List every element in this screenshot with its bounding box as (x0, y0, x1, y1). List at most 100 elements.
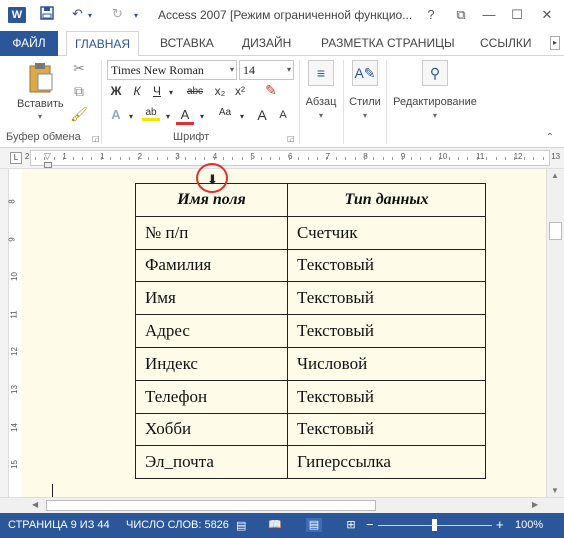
read-mode-icon[interactable]: 📖 (267, 518, 283, 532)
font-size-dropdown-icon[interactable]: ▾ (287, 61, 291, 79)
word-app-icon[interactable]: W (8, 7, 26, 23)
change-case-dropdown-icon[interactable]: ▾ (233, 112, 251, 121)
tab-file[interactable]: ФАЙЛ (0, 31, 58, 56)
text-effects-dropdown-icon[interactable]: ▾ (122, 112, 140, 121)
proofing-icon[interactable]: ▤ (236, 519, 246, 532)
format-painter-icon[interactable]: 🖌 (70, 106, 88, 123)
subscript-button[interactable]: x₂ (211, 84, 229, 98)
cell-data-type[interactable]: Текстовый (287, 379, 486, 414)
cell-field-name[interactable]: Эл_почта (135, 445, 288, 480)
font-size-select[interactable]: 14 ▾ (239, 60, 294, 80)
undo-dropdown-icon[interactable]: ▾ (88, 11, 92, 20)
tab-selector-icon[interactable]: L (10, 152, 22, 164)
vertical-ruler-number: 11 (9, 310, 19, 319)
italic-button[interactable]: К (128, 84, 146, 98)
cell-field-name[interactable]: Имя (135, 281, 288, 316)
cell-field-name[interactable]: Хобби (135, 412, 288, 447)
close-button[interactable]: ✕ (536, 5, 558, 25)
cell-data-type[interactable]: Числовой (287, 346, 486, 381)
scroll-left-icon[interactable]: ◀ (32, 500, 38, 509)
tab-page-layout[interactable]: РАЗМЕТКА СТРАНИЦЫ (321, 31, 455, 56)
table-row: Хобби Текстовый (135, 412, 486, 447)
ruler-tick (157, 157, 159, 160)
shrink-font-button[interactable]: A (274, 109, 292, 121)
tab-references[interactable]: ССЫЛКИ (480, 31, 531, 56)
vertical-scrollbar[interactable]: ▲ ▼ (546, 169, 564, 497)
table-row: Эл_почта Гиперссылка (135, 445, 486, 480)
page-indicator[interactable]: СТРАНИЦА 9 ИЗ 44 (8, 519, 110, 531)
font-name-dropdown-icon[interactable]: ▾ (230, 61, 234, 79)
horizontal-scrollbar[interactable]: ◀ ▶ (0, 497, 564, 513)
ribbon-display-options-icon[interactable]: ⧉ (450, 5, 472, 25)
zoom-level[interactable]: 100% (515, 519, 543, 531)
ruler-tick (138, 157, 140, 160)
ruler-tick (63, 157, 65, 160)
cell-data-type[interactable]: Текстовый (287, 281, 486, 316)
copy-icon[interactable]: ⧉ (70, 83, 88, 100)
first-line-indent-icon[interactable]: ▽ (44, 151, 51, 162)
clear-formatting-icon[interactable]: ✎ (262, 82, 280, 99)
redo-icon[interactable]: ↻ (112, 6, 123, 22)
tab-design[interactable]: ДИЗАЙН (242, 31, 291, 56)
cell-data-type[interactable]: Текстовый (287, 314, 486, 348)
word-count[interactable]: ЧИСЛО СЛОВ: 5826 (126, 519, 229, 531)
cell-data-type[interactable]: Текстовый (287, 412, 486, 447)
font-name-select[interactable]: Times New Roman ▾ (107, 60, 237, 80)
undo-icon[interactable]: ↶ (72, 6, 83, 22)
ruler-tick (420, 157, 422, 160)
grow-font-button[interactable]: A (253, 107, 271, 123)
tab-insert[interactable]: ВСТАВКА (160, 31, 214, 56)
tab-home[interactable]: ГЛАВНАЯ (66, 31, 140, 57)
change-case-button[interactable]: Aa (216, 107, 234, 118)
zoom-in-button[interactable]: + (496, 517, 504, 532)
ruler-strip[interactable]: 2 1 1 2 3 4 5 6 7 8 9 10 11 12 13 (25, 150, 560, 166)
paste-button-label[interactable]: Вставить (17, 98, 64, 110)
bold-button[interactable]: Ж (107, 84, 125, 98)
scroll-down-icon[interactable]: ▼ (551, 486, 559, 495)
clipboard-launcher-icon[interactable]: ◲ (92, 134, 100, 143)
font-color-dropdown-icon[interactable]: ▾ (193, 112, 211, 121)
clipboard-group-label: Буфер обмена (6, 131, 81, 143)
collapse-ribbon-icon[interactable]: ⌃ (546, 132, 554, 143)
header-data-type[interactable]: Тип данных (287, 183, 486, 217)
underline-dropdown-icon[interactable]: ▾ (162, 88, 180, 97)
cell-data-type[interactable]: Счетчик (287, 215, 486, 250)
paste-icon[interactable] (28, 62, 54, 94)
help-button[interactable]: ? (420, 5, 442, 25)
scroll-right-icon[interactable]: ▶ (532, 500, 538, 509)
web-layout-icon[interactable]: ⊞ (343, 518, 359, 532)
font-launcher-icon[interactable]: ◲ (287, 134, 295, 143)
zoom-slider-thumb[interactable] (432, 519, 437, 531)
zoom-out-button[interactable]: − (366, 517, 374, 532)
ruler-tick (495, 157, 497, 160)
superscript-button[interactable]: x² (231, 84, 249, 98)
table-row: Имя Текстовый (135, 281, 486, 316)
left-indent-icon[interactable] (44, 162, 52, 168)
styles-button[interactable]: A✎ Стили ▾ (347, 60, 383, 120)
cell-field-name[interactable]: Индекс (135, 346, 288, 381)
minimize-button[interactable]: — (478, 5, 500, 25)
paragraph-button[interactable]: ≡ Абзац ▾ (303, 60, 339, 120)
cell-field-name[interactable]: № п/п (135, 215, 288, 250)
font-color-icon[interactable]: A (176, 107, 194, 125)
highlight-icon[interactable]: ab (142, 107, 160, 121)
vertical-scroll-thumb[interactable] (549, 222, 562, 240)
cell-data-type[interactable]: Текстовый (287, 248, 486, 283)
customize-qat-icon[interactable]: ▾ (134, 11, 138, 20)
editing-button[interactable]: ⚲ Редактирование ▾ (390, 60, 480, 120)
strikethrough-button[interactable]: abc (183, 86, 207, 97)
maximize-button[interactable]: ☐ (506, 5, 528, 25)
print-layout-icon[interactable]: ▤ (306, 518, 322, 532)
tabs-scroll-right-icon[interactable]: ▸ (550, 36, 560, 50)
paste-dropdown-icon[interactable]: ▾ (38, 112, 42, 121)
cell-field-name[interactable]: Телефон (135, 379, 288, 414)
save-icon[interactable] (40, 6, 54, 23)
highlight-dropdown-icon[interactable]: ▾ (159, 112, 177, 121)
cell-field-name[interactable]: Адрес (135, 314, 288, 348)
cell-data-type[interactable]: Гиперссылка (287, 445, 486, 480)
horizontal-scroll-thumb[interactable] (46, 500, 376, 511)
cut-icon[interactable]: ✂ (70, 60, 88, 77)
cell-field-name[interactable]: Фамилия (135, 248, 288, 283)
scroll-up-icon[interactable]: ▲ (551, 171, 559, 180)
fields-table[interactable]: Имя поля Тип данных № п/п Счетчик Фамилия… (135, 183, 486, 480)
